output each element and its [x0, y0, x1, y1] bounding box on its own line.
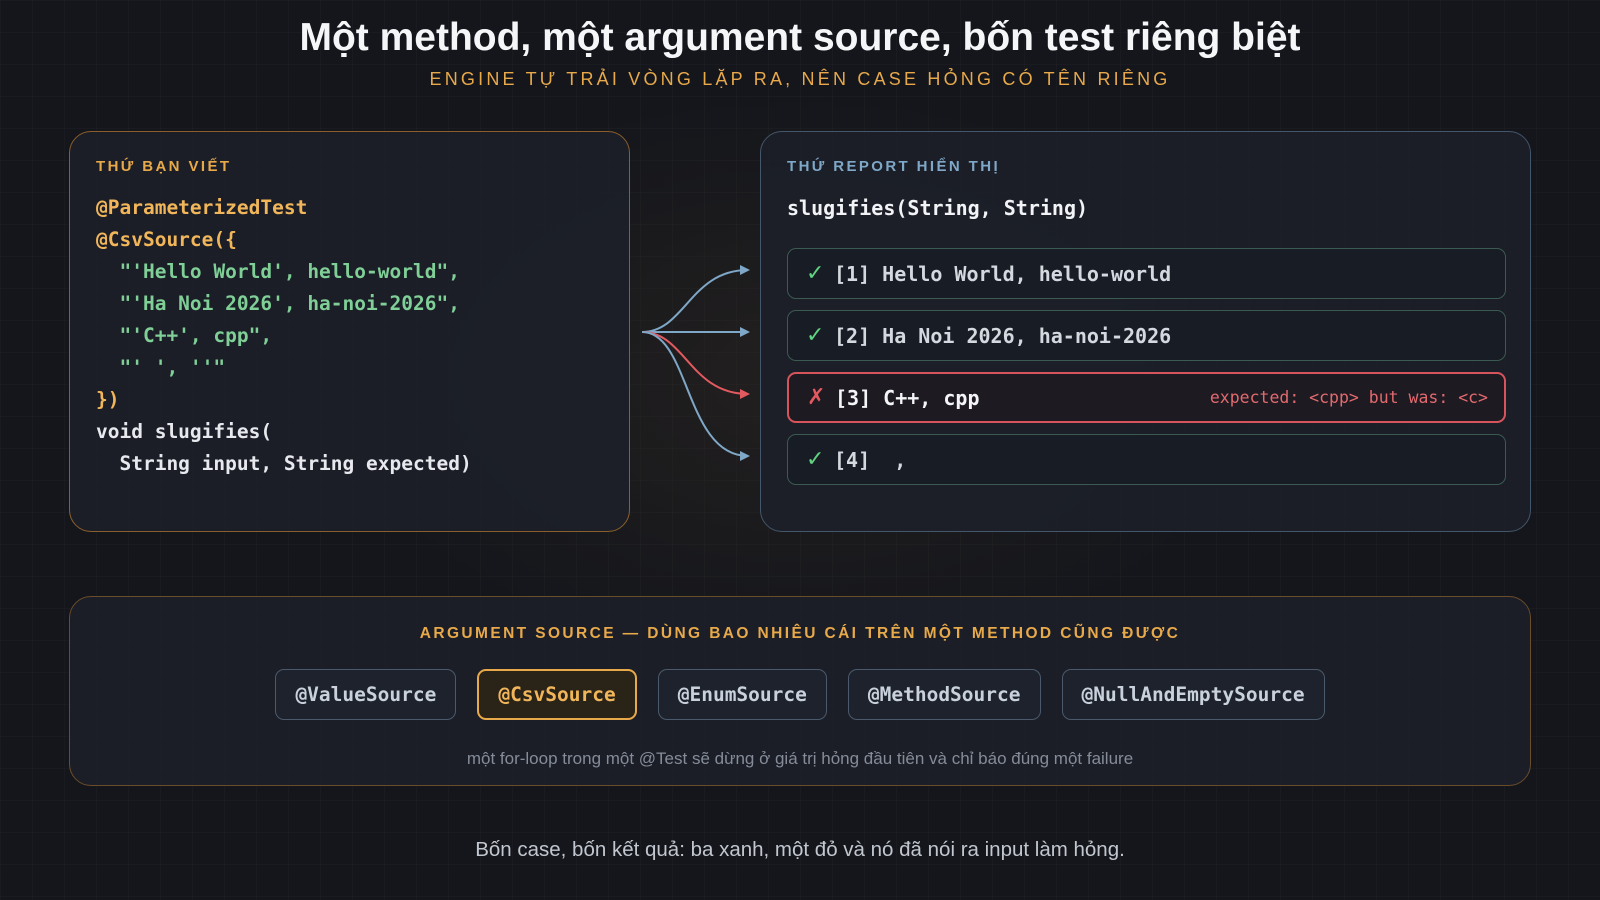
- pass-check-icon: ✓: [806, 261, 825, 286]
- test-result-label: [3] C++, cpp: [835, 385, 980, 410]
- arrow-to-result-4: [641, 331, 750, 461]
- footer-caption: Bốn case, bốn kết quả: ba xanh, một đỏ v…: [475, 838, 1125, 861]
- chip-enum-source[interactable]: @EnumSource: [657, 669, 827, 720]
- pass-check-icon: ✓: [806, 447, 825, 472]
- test-result-label: [1] Hello World, hello-world: [834, 261, 1172, 286]
- argument-sources-panel: ARGUMENT SOURCE — DÙNG BAO NHIÊU CÁI TRÊ…: [69, 596, 1531, 786]
- test-result-row[interactable]: ✓ [1] Hello World, hello-world: [787, 248, 1506, 299]
- arrow-to-result-3: [641, 331, 750, 399]
- code-panel: THỨ BẠN VIẾT @ParameterizedTest @CsvSour…: [69, 131, 630, 532]
- code-line: @ParameterizedTest: [96, 196, 308, 219]
- code-line: @CsvSource({: [96, 228, 237, 251]
- assertion-error-message: expected: <cpp> but was: <c>: [1209, 388, 1488, 407]
- code-line: String input, String expected): [96, 452, 472, 475]
- code-line: }): [96, 388, 120, 411]
- pass-check-icon: ✓: [806, 323, 825, 348]
- chip-null-and-empty-source[interactable]: @NullAndEmptySource: [1061, 669, 1325, 720]
- chip-method-source[interactable]: @MethodSource: [847, 669, 1041, 720]
- code-panel-label: THỨ BẠN VIẾT: [96, 158, 232, 175]
- report-panel-label: THỨ REPORT HIỂN THỊ: [787, 158, 1001, 175]
- argument-sources-heading: ARGUMENT SOURCE — DÙNG BAO NHIÊU CÁI TRÊ…: [419, 625, 1181, 642]
- chip-csv-source[interactable]: @CsvSource: [477, 669, 637, 720]
- chip-value-source[interactable]: @ValueSource: [275, 669, 457, 720]
- code-line: "' ', ''": [96, 356, 226, 379]
- argument-sources-note: một for-loop trong một @Test sẽ dừng ở g…: [466, 749, 1134, 768]
- test-result-label: [2] Ha Noi 2026, ha-noi-2026: [834, 323, 1172, 348]
- code-line: "'Hello World', hello-world",: [96, 260, 460, 283]
- code-line: "'C++', cpp",: [96, 324, 273, 347]
- test-result-row-failed[interactable]: ✗ [3] C++, cpp expected: <cpp> but was: …: [787, 372, 1506, 423]
- page-title: Một method, một argument source, bốn tes…: [299, 16, 1301, 59]
- test-result-label: [4] ,: [834, 447, 907, 472]
- code-line: "'Ha Noi 2026', ha-noi-2026",: [96, 292, 460, 315]
- test-method-signature: slugifies(String, String): [787, 196, 1089, 220]
- fan-out-arrows: [641, 265, 750, 461]
- test-result-row[interactable]: ✓ [2] Ha Noi 2026, ha-noi-2026: [787, 310, 1506, 361]
- code-line: void slugifies(: [96, 420, 273, 443]
- arrow-to-result-1: [641, 265, 750, 333]
- fail-cross-icon: ✗: [807, 385, 826, 410]
- argument-source-chips: @ValueSource @CsvSource @EnumSource @Met…: [70, 669, 1530, 720]
- code-block: @ParameterizedTest @CsvSource({ "'Hello …: [96, 192, 472, 480]
- report-panel: THỨ REPORT HIỂN THỊ slugifies(String, St…: [760, 131, 1531, 532]
- test-result-row[interactable]: ✓ [4] ,: [787, 434, 1506, 485]
- page-subtitle: ENGINE TỰ TRẢI VÒNG LẶP RA, NÊN CASE HỎN…: [429, 69, 1171, 89]
